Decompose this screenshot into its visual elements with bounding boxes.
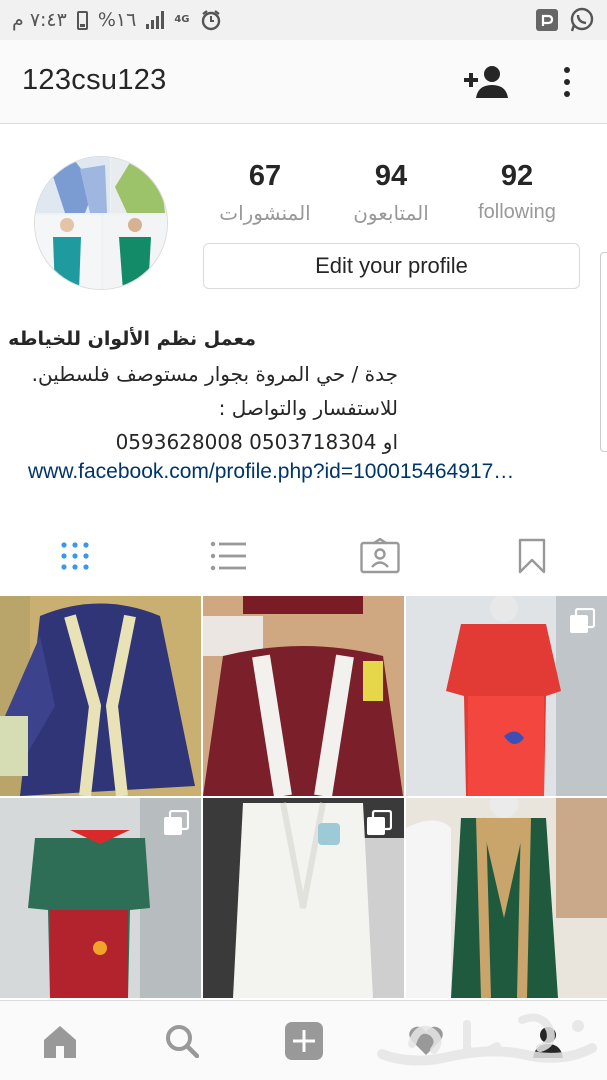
- network-type: 4G: [174, 14, 190, 25]
- bio-address: جدة / حي المروة بجوار مستوصف فلسطين.: [31, 362, 398, 386]
- bio-contact-label: للاستفسار والتواصل :: [218, 396, 398, 420]
- add-icon[interactable]: [282, 1019, 326, 1063]
- status-right: [535, 7, 595, 33]
- whatsapp-icon: [569, 7, 595, 33]
- watermark-logo: [372, 1004, 602, 1076]
- profile-header-bar: 123csu123: [0, 40, 607, 124]
- tagged-icon[interactable]: [360, 536, 400, 576]
- profile-avatar[interactable]: [34, 156, 168, 290]
- search-icon[interactable]: [160, 1019, 204, 1063]
- app-notification-icon: [535, 8, 559, 32]
- followers-stat[interactable]: 94 المتابعون: [321, 160, 461, 226]
- status-bar: ٧:٤٣ م %١٦ 4G: [0, 0, 607, 40]
- post-thumbnail[interactable]: [0, 596, 201, 796]
- edit-profile-button[interactable]: Edit your profile: [203, 243, 580, 289]
- home-icon[interactable]: [38, 1019, 82, 1063]
- bio-website-link[interactable]: www.facebook.com/profile.php?id=10001546…: [28, 460, 576, 484]
- post-thumbnail[interactable]: [203, 596, 404, 796]
- posts-stat[interactable]: 67 المنشورات: [195, 160, 335, 226]
- add-user-icon[interactable]: [464, 64, 508, 100]
- battery-percent: %١٦: [97, 9, 137, 31]
- grid-icon[interactable]: [55, 536, 95, 576]
- saved-icon[interactable]: [512, 536, 552, 576]
- followers-count: 94: [374, 160, 408, 192]
- scroll-indicator: [600, 252, 607, 452]
- post-thumbnail[interactable]: [406, 798, 607, 998]
- bio-phones: 0593628008 او 0503718304: [115, 430, 398, 454]
- more-options-icon[interactable]: [553, 60, 581, 104]
- following-label: following: [478, 201, 556, 223]
- alarm-icon: [200, 9, 222, 31]
- post-thumbnail[interactable]: [203, 798, 404, 998]
- multiple-photos-icon: [366, 809, 393, 836]
- list-icon[interactable]: [208, 536, 248, 576]
- signal-icon: [146, 11, 165, 29]
- username-title: 123csu123: [22, 64, 167, 96]
- battery-icon: [76, 10, 88, 30]
- following-stat[interactable]: 92 following: [447, 160, 587, 224]
- profile-tabs: [0, 522, 607, 590]
- multiple-photos-icon: [163, 809, 190, 836]
- bio-name: معمل نظم الألوان للخياطه: [8, 328, 256, 350]
- followers-label: المتابعون: [353, 203, 429, 225]
- post-thumbnail[interactable]: [406, 596, 607, 796]
- status-time: ٧:٤٣ م: [12, 9, 67, 31]
- posts-grid: [0, 596, 607, 1000]
- post-thumbnail[interactable]: [0, 798, 201, 998]
- posts-count: 67: [248, 160, 282, 192]
- status-left: ٧:٤٣ م %١٦ 4G: [12, 9, 222, 31]
- multiple-photos-icon: [569, 607, 596, 634]
- posts-label: المنشورات: [219, 203, 311, 225]
- following-count: 92: [500, 160, 534, 192]
